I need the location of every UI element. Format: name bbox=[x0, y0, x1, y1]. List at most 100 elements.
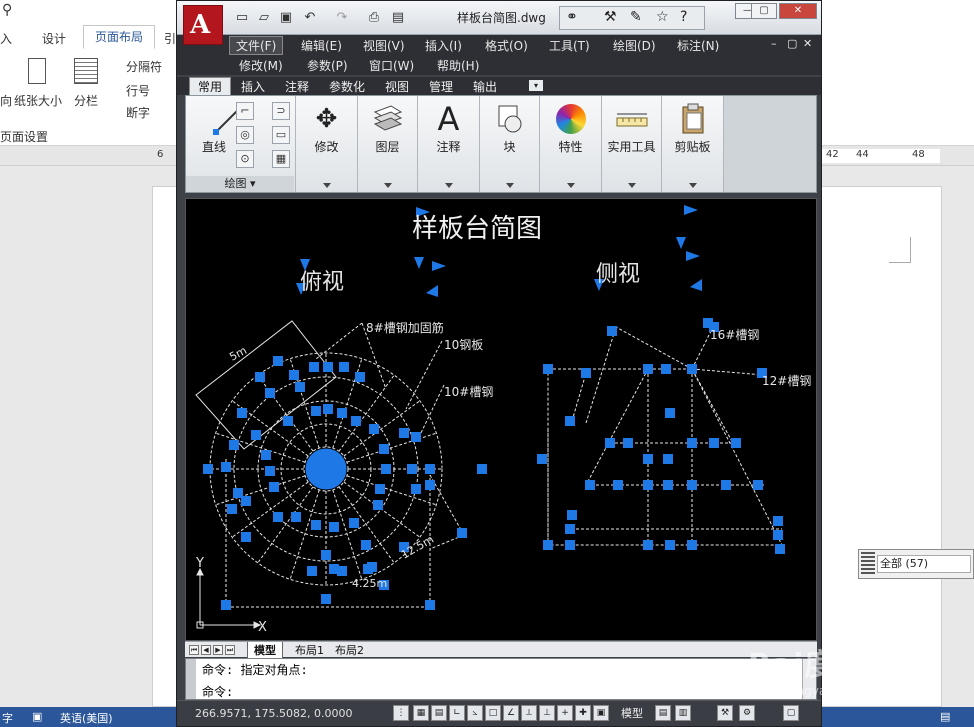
word-breaks-button[interactable]: 分隔符 bbox=[126, 58, 162, 75]
annotation-scale-icon[interactable]: ⚒ bbox=[717, 705, 733, 721]
selection-grip[interactable] bbox=[623, 438, 633, 448]
title-bar[interactable]: ▭ ▱ ▣ ↶ ↷ ⎙ ▤ 样板台简图.dwg ⚭ ⚒ ✎ ☆ ? — ▢ ▢ … bbox=[177, 1, 821, 35]
selection-grip[interactable] bbox=[307, 566, 317, 576]
print-icon[interactable]: ⎙ bbox=[365, 9, 383, 27]
selection-grip[interactable] bbox=[773, 516, 783, 526]
selection-grip[interactable] bbox=[665, 540, 675, 550]
selection-grip[interactable] bbox=[775, 544, 785, 554]
circle-icon[interactable]: ◎ bbox=[236, 126, 254, 144]
selection-grip[interactable] bbox=[411, 432, 421, 442]
workspace-switch-icon[interactable]: ⚙ bbox=[739, 705, 755, 721]
chevron-down-icon[interactable] bbox=[444, 183, 453, 188]
doc-close-button[interactable]: ✕ bbox=[803, 37, 812, 50]
chevron-down-icon[interactable] bbox=[688, 183, 697, 188]
save-icon[interactable]: ▣ bbox=[277, 9, 295, 27]
selection-grip[interactable] bbox=[643, 454, 653, 464]
panel-annotation[interactable]: A 注释 bbox=[418, 96, 480, 192]
tab-home[interactable]: 常用 bbox=[189, 77, 231, 96]
word-tab-insert[interactable]: 入 bbox=[0, 30, 12, 47]
top-view-spoke[interactable] bbox=[346, 432, 437, 463]
top-view-hub[interactable] bbox=[305, 448, 347, 490]
word-search-icon[interactable]: ⚲ bbox=[2, 2, 12, 18]
lineweight-icon[interactable]: ✚ bbox=[575, 705, 591, 721]
tab-model[interactable]: 模型 bbox=[247, 642, 283, 659]
pin-icon[interactable]: ✎ bbox=[630, 9, 642, 25]
otrack-icon[interactable]: ⟂ bbox=[521, 705, 537, 721]
menu-window[interactable]: 窗口(W) bbox=[369, 57, 414, 74]
proofing-icon[interactable]: ▣ bbox=[32, 710, 42, 723]
command-input[interactable]: 命令: bbox=[202, 683, 233, 700]
selection-grip[interactable] bbox=[425, 600, 435, 610]
last-layout-icon[interactable]: ⏭ bbox=[225, 645, 235, 655]
selection-grip[interactable] bbox=[373, 500, 383, 510]
doc-minimize-button[interactable]: – bbox=[771, 37, 777, 50]
side-view-member[interactable] bbox=[571, 372, 587, 422]
label-plate[interactable]: 10钢板 bbox=[444, 338, 483, 352]
selection-grip[interactable] bbox=[337, 566, 347, 576]
selection-grip[interactable] bbox=[565, 524, 575, 534]
help-icon[interactable]: ? bbox=[680, 9, 687, 25]
selection-grip[interactable] bbox=[607, 326, 617, 336]
selection-grip[interactable] bbox=[687, 438, 697, 448]
selection-grip[interactable] bbox=[425, 464, 435, 474]
read-mode-icon[interactable]: ▤ bbox=[940, 710, 950, 723]
polar-icon[interactable]: ⦣ bbox=[467, 705, 483, 721]
word-tab-layout[interactable]: 页面布局 bbox=[83, 25, 155, 49]
clean-screen-icon[interactable]: ▢ bbox=[783, 705, 799, 721]
selection-grip[interactable] bbox=[663, 454, 673, 464]
ducs-icon[interactable]: ⊥ bbox=[539, 705, 555, 721]
selection-grip[interactable] bbox=[261, 450, 271, 460]
selection-grip[interactable] bbox=[537, 454, 547, 464]
direction-arrow[interactable] bbox=[426, 285, 438, 297]
selection-grip[interactable] bbox=[687, 540, 697, 550]
label-5m[interactable]: 5m bbox=[227, 344, 249, 364]
selection-grip[interactable] bbox=[687, 480, 697, 490]
tools-icon[interactable]: ⚒ bbox=[604, 9, 617, 25]
drawing-canvas[interactable]: 样板台简图 俯视 侧视 8#槽钢加固筋 10钢板 10#槽钢 5m 12.5m … bbox=[185, 198, 817, 641]
draw-panel-title[interactable]: 绘图 ▾ bbox=[186, 176, 294, 192]
side-view-member[interactable] bbox=[691, 328, 713, 370]
selection-grip[interactable] bbox=[457, 528, 467, 538]
selection-grip[interactable] bbox=[349, 518, 359, 528]
selection-grip[interactable] bbox=[565, 540, 575, 550]
rectangle-icon[interactable]: ▭ bbox=[272, 126, 290, 144]
model-space-button[interactable]: 模型 bbox=[621, 705, 651, 722]
selection-grip[interactable] bbox=[407, 464, 417, 474]
selection-grip[interactable] bbox=[665, 408, 675, 418]
selection-panel[interactable]: 全部 (57) bbox=[858, 549, 974, 579]
selection-grip[interactable] bbox=[289, 370, 299, 380]
panel-properties[interactable]: 特性 bbox=[540, 96, 602, 192]
menu-parametric[interactable]: 参数(P) bbox=[307, 57, 348, 74]
selection-grip[interactable] bbox=[291, 512, 301, 522]
selection-grip[interactable] bbox=[269, 482, 279, 492]
top-view-title[interactable]: 俯视 bbox=[300, 270, 344, 295]
menu-help[interactable]: 帮助(H) bbox=[437, 57, 479, 74]
polyline-icon[interactable]: ⌐ bbox=[236, 102, 254, 120]
menu-insert[interactable]: 插入(I) bbox=[425, 37, 462, 54]
selection-grip[interactable] bbox=[643, 480, 653, 490]
side-view-title[interactable]: 侧视 bbox=[596, 262, 640, 287]
3d-osnap-icon[interactable]: ∠ bbox=[503, 705, 519, 721]
tab-parametric[interactable]: 参数化 bbox=[329, 78, 365, 95]
tab-manage[interactable]: 管理 bbox=[429, 78, 453, 95]
panel-utilities[interactable]: 实用工具 bbox=[602, 96, 662, 192]
direction-arrow[interactable] bbox=[414, 257, 424, 269]
grid-icon[interactable]: ▤ bbox=[431, 705, 447, 721]
selection-grip[interactable] bbox=[543, 364, 553, 374]
direction-arrow[interactable] bbox=[690, 279, 702, 291]
leader-line[interactable] bbox=[405, 340, 443, 410]
quick-properties-icon[interactable]: ▣ bbox=[593, 705, 609, 721]
selection-grip[interactable] bbox=[221, 462, 231, 472]
word-orientation-button[interactable]: 向 bbox=[0, 92, 12, 109]
selection-grip[interactable] bbox=[351, 416, 361, 426]
selection-grip[interactable] bbox=[361, 540, 371, 550]
selection-grip[interactable] bbox=[241, 496, 251, 506]
selection-grip[interactable] bbox=[227, 504, 237, 514]
menu-view[interactable]: 视图(V) bbox=[363, 37, 405, 54]
selection-grip[interactable] bbox=[731, 438, 741, 448]
selection-grip[interactable] bbox=[773, 530, 783, 540]
selection-grip[interactable] bbox=[273, 356, 283, 366]
doc-restore-button[interactable]: ▢ bbox=[787, 37, 797, 50]
selection-grip[interactable] bbox=[339, 362, 349, 372]
panel-modify[interactable]: ✥ 修改 bbox=[296, 96, 358, 192]
